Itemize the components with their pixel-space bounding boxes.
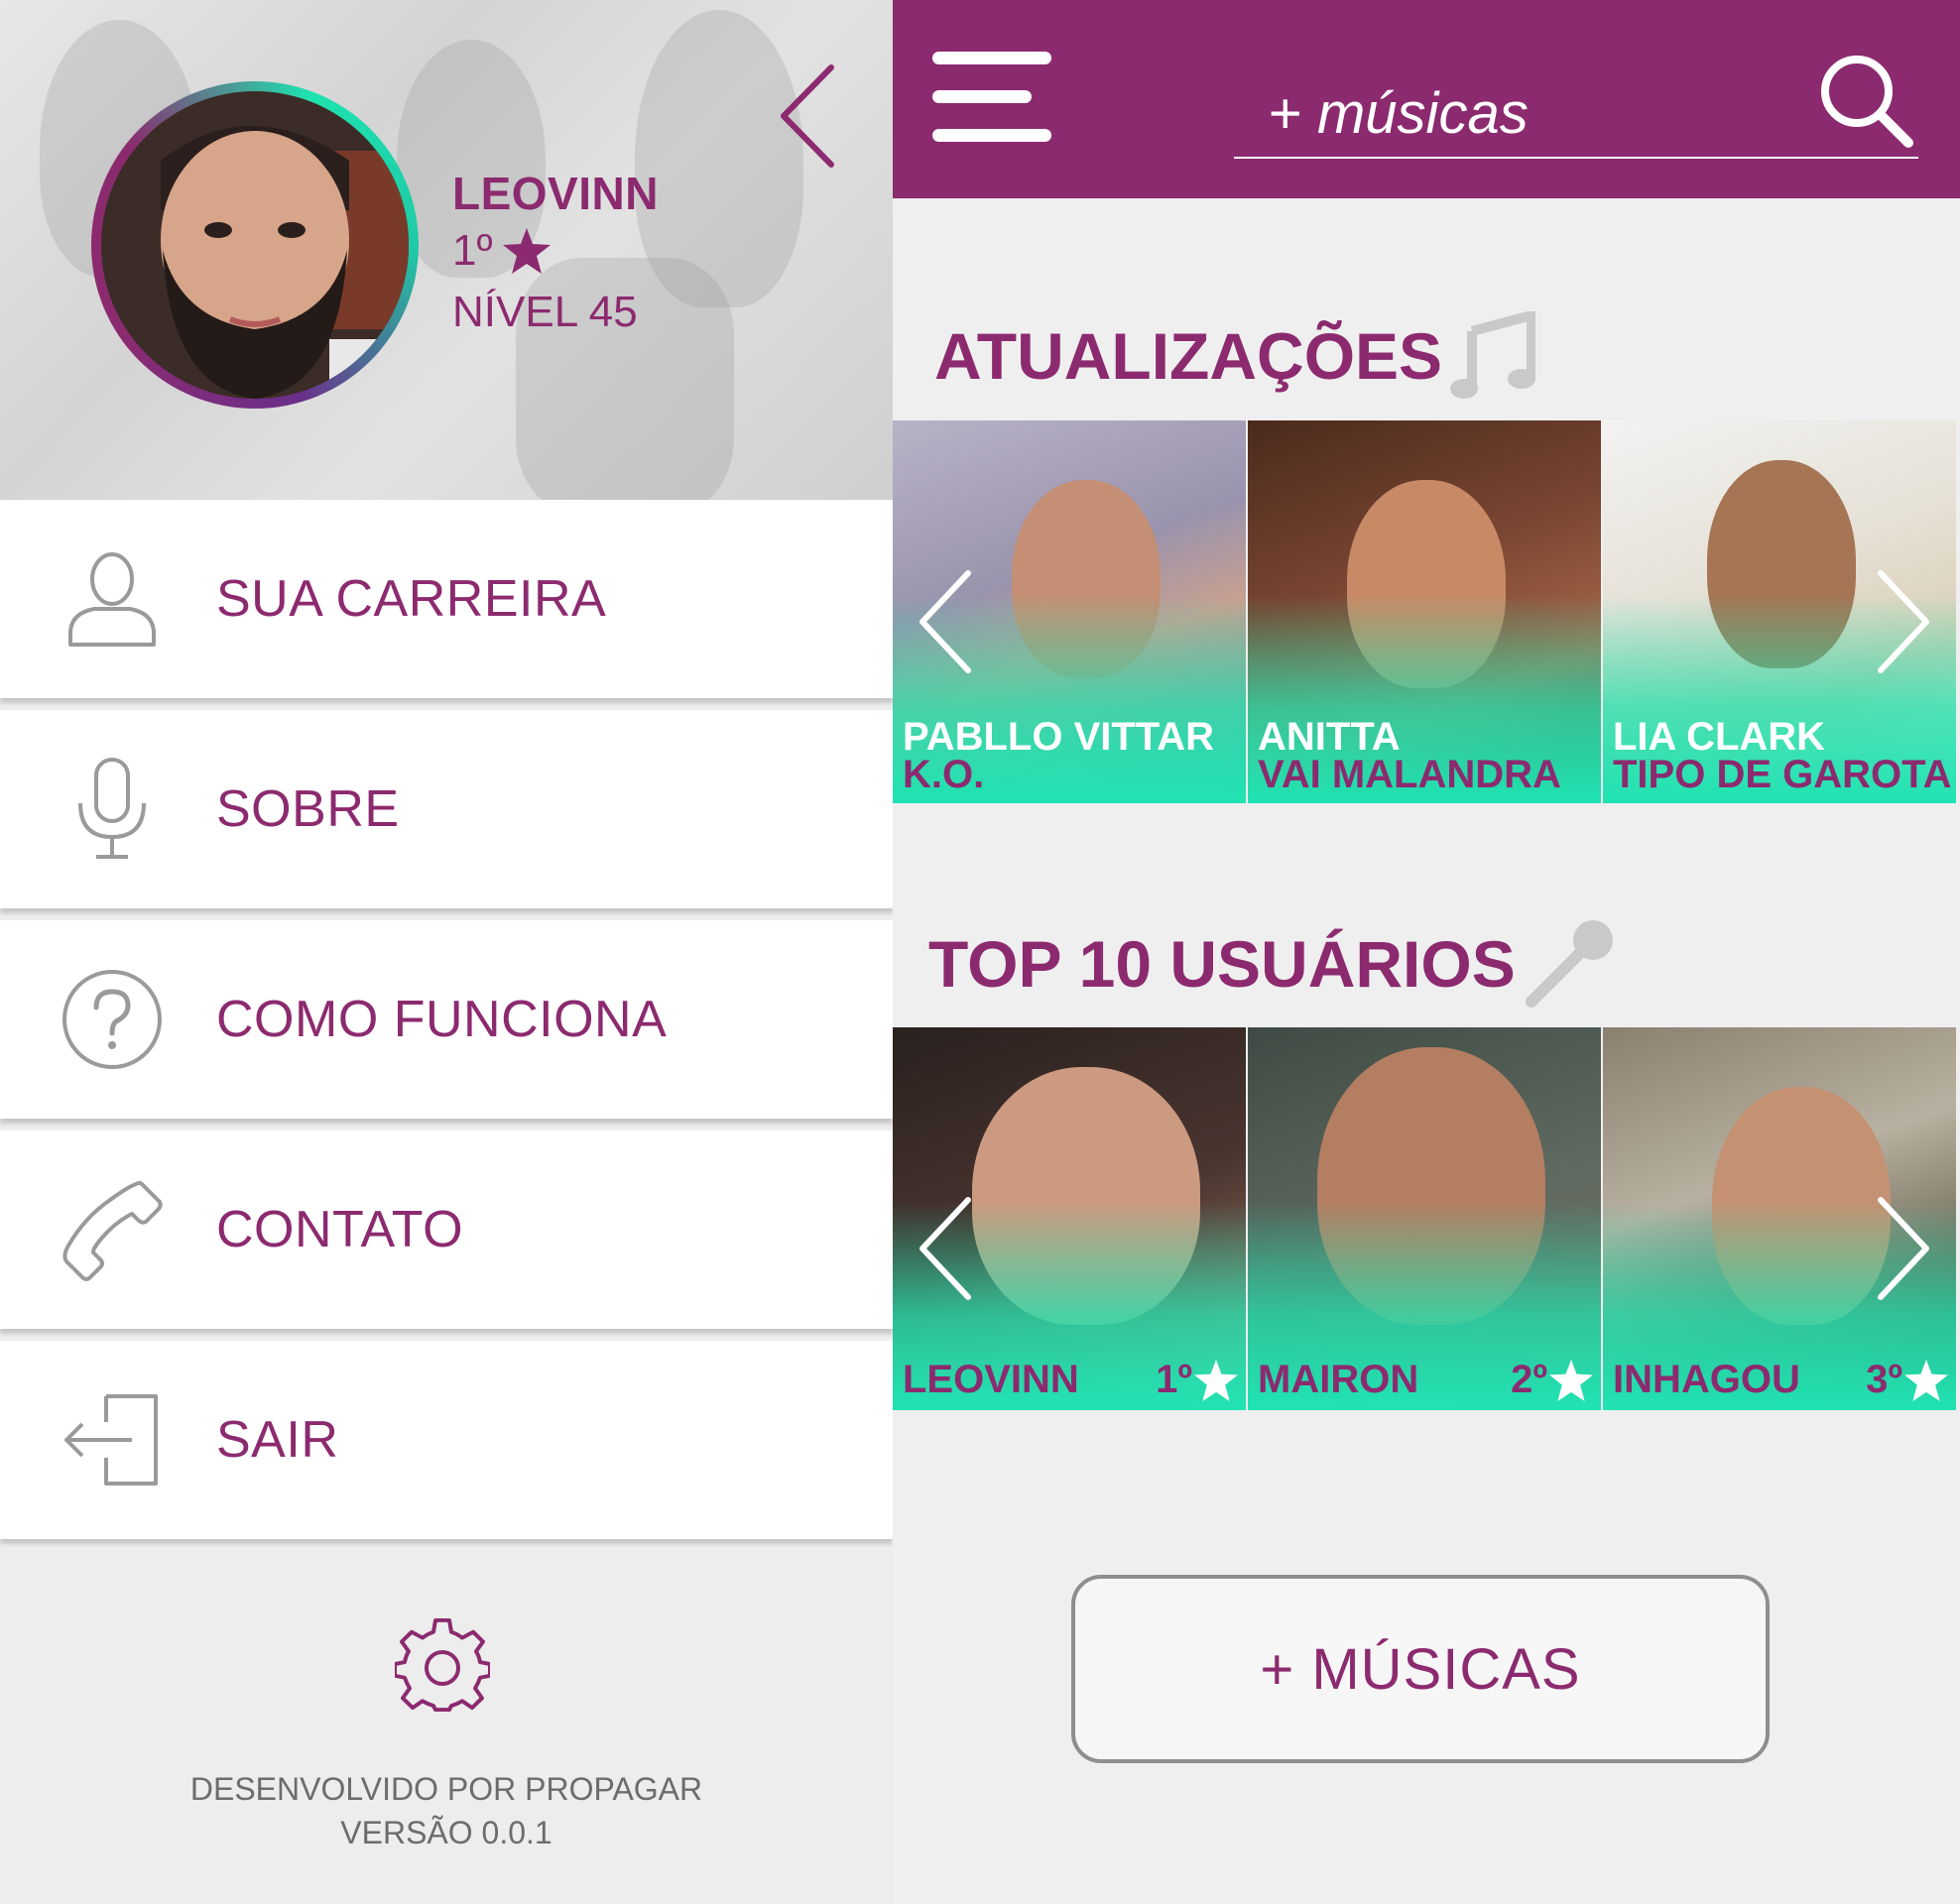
search-input[interactable] (1234, 69, 1918, 159)
star-icon (1194, 1359, 1238, 1401)
microphone-icon (58, 755, 167, 864)
music-note-icon (1450, 311, 1536, 399)
star-icon (502, 228, 551, 274)
menu-item-label: SAIR (216, 1411, 339, 1469)
carousel-next-icon[interactable] (1875, 567, 1934, 676)
search-icon[interactable] (1819, 54, 1914, 149)
user-name: LEOVINN (903, 1358, 1079, 1401)
app-credits: DESENVOLVIDO POR PROPAGAR VERSÃO 0.0.1 (0, 1767, 893, 1854)
menu-item-label: COMO FUNCIONA (216, 991, 668, 1048)
star-icon (1549, 1359, 1593, 1401)
profile-name: LEOVINN (452, 168, 659, 219)
carousel-prev-icon[interactable] (915, 1194, 974, 1303)
profile-rank-value: 1º (452, 226, 493, 275)
song-title: K.O. (903, 753, 985, 796)
user-rank-value: 2º (1511, 1358, 1547, 1401)
phone-icon (58, 1175, 167, 1284)
drawer-menu: SUA CARREIRA SOBRE COMO FUNCIONA CONTATO… (0, 500, 893, 1551)
main-content: ATUALIZAÇÕES PABLLO VITTAR K.O. ANITTA V… (893, 0, 1960, 1904)
carousel-next-icon[interactable] (1875, 1194, 1934, 1303)
update-card[interactable]: ANITTA VAI MALANDRA (1248, 420, 1601, 803)
top-users-carousel: LEOVINN 1º MAIRON 2º INHAGOU 3º (893, 1027, 1960, 1410)
user-rank: 1º (1156, 1358, 1238, 1402)
user-name: INHAGOU (1613, 1358, 1800, 1401)
menu-item-label: SOBRE (216, 780, 400, 838)
user-rank: 2º (1511, 1358, 1593, 1402)
navigation-drawer: LEOVINN 1º NÍVEL 45 SUA CARREIRA SOBRE C… (0, 0, 893, 1904)
profile-rank: 1º (452, 226, 551, 276)
top-users-title: TOP 10 USUÁRIOS (928, 927, 1516, 1001)
microphone-icon (1525, 920, 1613, 1008)
menu-item-label: SUA CARREIRA (216, 570, 607, 628)
menu-item-sair[interactable]: SAIR (0, 1341, 893, 1539)
developer-credit: DESENVOLVIDO POR PROPAGAR (189, 1771, 703, 1807)
updates-section-title: ATUALIZAÇÕES (934, 311, 1536, 401)
menu-item-label: CONTATO (216, 1201, 464, 1258)
user-card[interactable]: MAIRON 2º (1248, 1027, 1601, 1410)
song-title: TIPO DE GAROTA (1613, 753, 1952, 796)
close-drawer-icon[interactable] (774, 61, 843, 171)
carousel-prev-icon[interactable] (915, 567, 974, 676)
updates-title: ATUALIZAÇÕES (934, 319, 1443, 393)
user-rank: 3º (1866, 1358, 1948, 1402)
star-icon (1904, 1359, 1948, 1401)
menu-item-contato[interactable]: CONTATO (0, 1130, 893, 1329)
menu-item-sua-carreira[interactable]: SUA CARREIRA (0, 500, 893, 698)
settings-gear-icon[interactable] (395, 1618, 490, 1714)
logout-icon (58, 1385, 167, 1494)
user-rank-value: 1º (1156, 1358, 1192, 1401)
user-name: MAIRON (1258, 1358, 1419, 1401)
drawer-header: LEOVINN 1º NÍVEL 45 (0, 0, 893, 500)
top-users-section-title: TOP 10 USUÁRIOS (928, 918, 1615, 1010)
song-title: VAI MALANDRA (1258, 753, 1561, 796)
avatar-portrait (101, 91, 409, 399)
menu-item-como-funciona[interactable]: COMO FUNCIONA (0, 920, 893, 1119)
updates-carousel: PABLLO VITTAR K.O. ANITTA VAI MALANDRA L… (893, 420, 1960, 803)
user-icon (58, 544, 167, 654)
question-icon (58, 965, 167, 1074)
user-rank-value: 3º (1866, 1358, 1902, 1401)
menu-hamburger-icon[interactable] (932, 52, 1051, 143)
version-label: VERSÃO 0.0.1 (340, 1815, 552, 1850)
app-bar (893, 0, 1960, 198)
profile-level: NÍVEL 45 (452, 288, 638, 336)
profile-avatar-ring[interactable] (91, 81, 419, 409)
menu-item-sobre[interactable]: SOBRE (0, 710, 893, 908)
avatar (101, 91, 409, 399)
more-songs-button[interactable]: + MÚSICAS (1071, 1575, 1770, 1763)
